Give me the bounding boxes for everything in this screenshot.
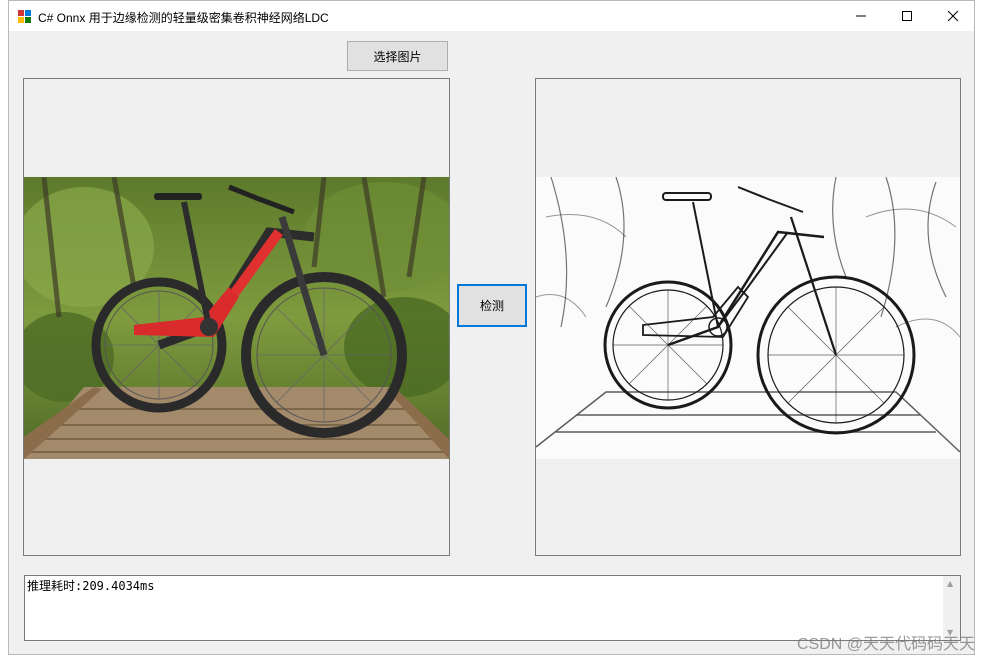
minimize-button[interactable] <box>838 1 884 31</box>
maximize-button[interactable] <box>884 1 930 31</box>
edge-detection-result <box>536 177 960 459</box>
app-form-icon <box>18 10 31 23</box>
app-window: C# Onnx 用于边缘检测的轻量级密集卷积神经网络LDC 选择图片 检测 推理… <box>8 0 975 655</box>
maximize-icon <box>902 11 912 21</box>
window-title: C# Onnx 用于边缘检测的轻量级密集卷积神经网络LDC <box>38 11 329 25</box>
close-icon <box>947 10 959 22</box>
detect-button[interactable]: 检测 <box>457 284 527 327</box>
select-image-button[interactable]: 选择图片 <box>347 41 448 71</box>
desktop-background <box>0 0 8 663</box>
minimize-icon <box>856 15 866 17</box>
title-bar[interactable]: C# Onnx 用于边缘检测的轻量级密集卷积神经网络LDC <box>9 1 974 31</box>
result-image-box <box>535 78 961 556</box>
source-image-box <box>23 78 450 556</box>
scroll-up-icon[interactable]: ▲ <box>947 579 953 588</box>
watermark: CSDN @天天代码码天天 <box>796 636 975 653</box>
close-button[interactable] <box>930 1 976 31</box>
inference-time-text: 推理耗时:209.4034ms <box>27 579 155 593</box>
bicycle-photo <box>24 177 449 459</box>
